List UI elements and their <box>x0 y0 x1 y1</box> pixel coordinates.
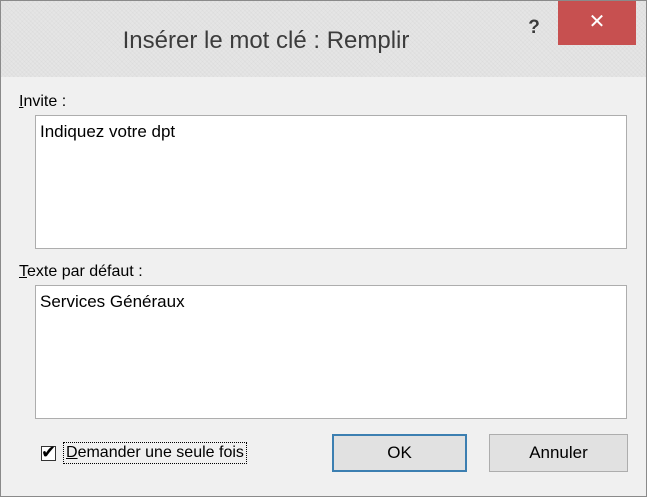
help-icon: ? <box>528 17 540 38</box>
ask-once-label[interactable]: Demander une seule fois <box>63 442 247 464</box>
close-icon: ✕ <box>588 11 606 33</box>
ask-once-checkbox[interactable]: ✔ <box>41 442 56 462</box>
fill-in-dialog: Insérer le mot clé : Remplir ? ✕ Invite … <box>0 0 647 497</box>
checkmark-icon: ✔ <box>41 441 57 462</box>
prompt-input[interactable]: Indiquez votre dpt <box>35 115 627 249</box>
default-text-label: Texte par défaut : <box>19 263 143 280</box>
cancel-button[interactable]: Annuler <box>489 434 628 472</box>
dialog-title: Insérer le mot clé : Remplir <box>122 27 410 54</box>
default-text-input[interactable]: Services Généraux <box>35 285 627 419</box>
ask-once-option[interactable]: ✔ Demander une seule fois <box>41 438 247 468</box>
ok-button[interactable]: OK <box>332 434 467 472</box>
help-button[interactable]: ? <box>514 11 554 45</box>
title-bar[interactable]: Insérer le mot clé : Remplir ? ✕ <box>1 1 646 77</box>
prompt-label: Invite : <box>19 93 67 110</box>
close-button[interactable]: ✕ <box>558 1 636 45</box>
